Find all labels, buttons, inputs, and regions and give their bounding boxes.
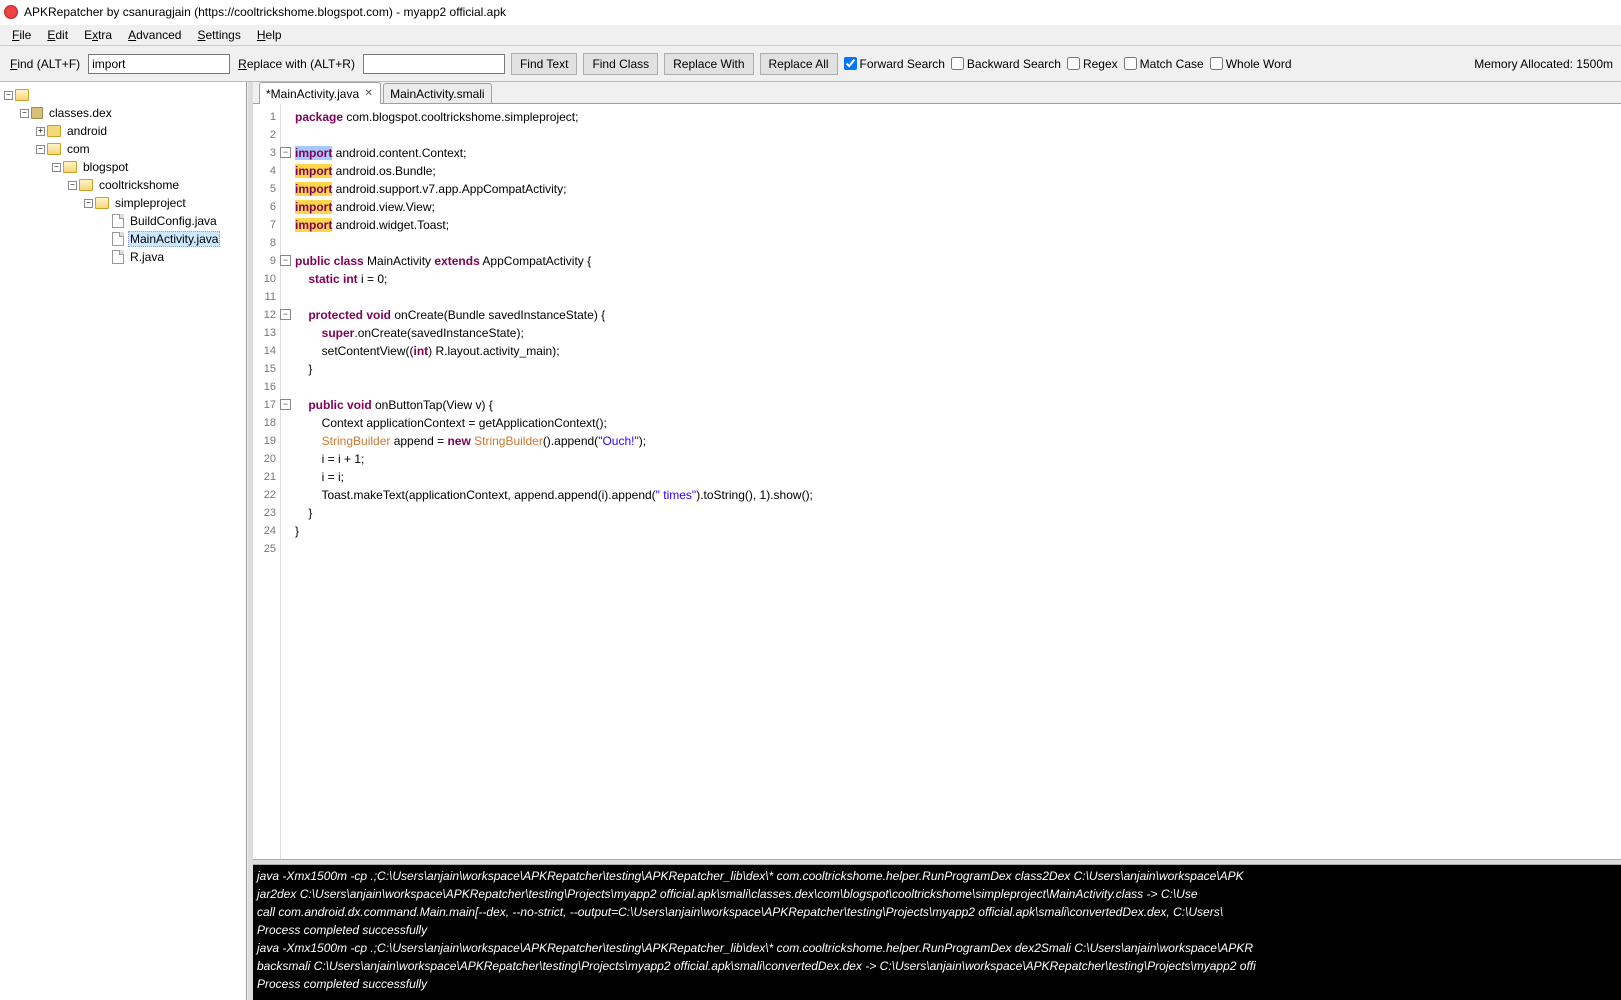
file-icon: [112, 250, 124, 264]
toggle-icon[interactable]: −: [4, 91, 13, 100]
menu-file[interactable]: File: [4, 26, 39, 44]
editor-panel: *MainActivity.java✕ MainActivity.smali 1…: [253, 82, 1621, 1000]
menubar: File Edit Extra Advanced Settings Help: [0, 24, 1621, 46]
console-line: java -Xmx1500m -cp .;C:\Users\anjain\wor…: [257, 867, 1617, 885]
tree-row-android[interactable]: +android: [0, 122, 246, 140]
toggle-icon[interactable]: −: [36, 145, 45, 154]
tree-row-cooltrickshome[interactable]: −cooltrickshome: [0, 176, 246, 194]
memory-allocated-label: Memory Allocated: 1500m: [1474, 57, 1613, 71]
line-gutter: 1234567891011121314151617181920212223242…: [253, 104, 281, 859]
tree-row-simpleproject[interactable]: −simpleproject: [0, 194, 246, 212]
forward-search-checkbox[interactable]: Forward Search: [844, 57, 945, 71]
console-panel[interactable]: java -Xmx1500m -cp .;C:\Users\anjain\wor…: [253, 865, 1621, 1000]
console-line: call com.android.dx.command.Main.main[--…: [257, 903, 1617, 921]
code-area[interactable]: 1234567891011121314151617181920212223242…: [253, 104, 1621, 859]
replace-input[interactable]: [363, 54, 505, 74]
folder-open-icon: [15, 89, 29, 101]
file-icon: [112, 232, 124, 246]
menu-settings[interactable]: Settings: [189, 26, 248, 44]
window-titlebar: APKRepatcher by csanuragjain (https://co…: [0, 0, 1621, 24]
menu-edit[interactable]: Edit: [39, 26, 76, 44]
backward-search-checkbox[interactable]: Backward Search: [951, 57, 1061, 71]
tab-mainactivity-smali[interactable]: MainActivity.smali: [383, 83, 491, 103]
toggle-icon[interactable]: −: [20, 109, 29, 118]
tree-row-buildconfig[interactable]: BuildConfig.java: [0, 212, 246, 230]
replace-with-button[interactable]: Replace With: [664, 53, 753, 75]
console-line: Process completed successfully: [257, 975, 1617, 993]
find-text-button[interactable]: Find Text: [511, 53, 577, 75]
find-input[interactable]: [88, 54, 230, 74]
folder-icon: [47, 125, 61, 137]
tree-row-classes-dex[interactable]: −classes.dex: [0, 104, 246, 122]
find-class-button[interactable]: Find Class: [583, 53, 658, 75]
find-label: Find (ALT+F): [8, 57, 82, 71]
folder-open-icon: [63, 161, 77, 173]
menu-advanced[interactable]: Advanced: [120, 26, 189, 44]
file-icon: [112, 214, 124, 228]
folder-open-icon: [79, 179, 93, 191]
app-icon: [4, 5, 18, 19]
code-content[interactable]: package com.blogspot.cooltrickshome.simp…: [281, 104, 1621, 859]
package-icon: [31, 107, 43, 119]
toggle-icon[interactable]: −: [68, 181, 77, 190]
replace-label: Replace with (ALT+R): [236, 57, 357, 71]
toolbar: Find (ALT+F) Replace with (ALT+R) Find T…: [0, 46, 1621, 82]
editor-tabs: *MainActivity.java✕ MainActivity.smali: [253, 82, 1621, 104]
folder-open-icon: [47, 143, 61, 155]
tree-panel: − −classes.dex +android −com −blogspot −…: [0, 82, 247, 1000]
main-area: − −classes.dex +android −com −blogspot −…: [0, 82, 1621, 1000]
menu-help[interactable]: Help: [249, 26, 290, 44]
console-line: Process completed successfully: [257, 921, 1617, 939]
folder-open-icon: [95, 197, 109, 209]
console-line: backsmali C:\Users\anjain\workspace\APKR…: [257, 957, 1617, 975]
close-icon[interactable]: ✕: [363, 88, 374, 99]
window-title: APKRepatcher by csanuragjain (https://co…: [24, 5, 506, 19]
tree-row-com[interactable]: −com: [0, 140, 246, 158]
regex-checkbox[interactable]: Regex: [1067, 57, 1118, 71]
tree-row-root[interactable]: −: [0, 86, 246, 104]
tree-row-r[interactable]: R.java: [0, 248, 246, 266]
console-line: java -Xmx1500m -cp .;C:\Users\anjain\wor…: [257, 939, 1617, 957]
toggle-icon[interactable]: +: [36, 127, 45, 136]
toggle-icon[interactable]: −: [84, 199, 93, 208]
menu-extra[interactable]: Extra: [76, 26, 120, 44]
replace-all-button[interactable]: Replace All: [760, 53, 838, 75]
toggle-icon[interactable]: −: [52, 163, 61, 172]
whole-word-checkbox[interactable]: Whole Word: [1210, 57, 1292, 71]
match-case-checkbox[interactable]: Match Case: [1124, 57, 1204, 71]
tree-row-blogspot[interactable]: −blogspot: [0, 158, 246, 176]
tab-mainactivity-java[interactable]: *MainActivity.java✕: [259, 82, 381, 104]
console-line: jar2dex C:\Users\anjain\workspace\APKRep…: [257, 885, 1617, 903]
tree-row-mainactivity[interactable]: MainActivity.java: [0, 230, 246, 248]
